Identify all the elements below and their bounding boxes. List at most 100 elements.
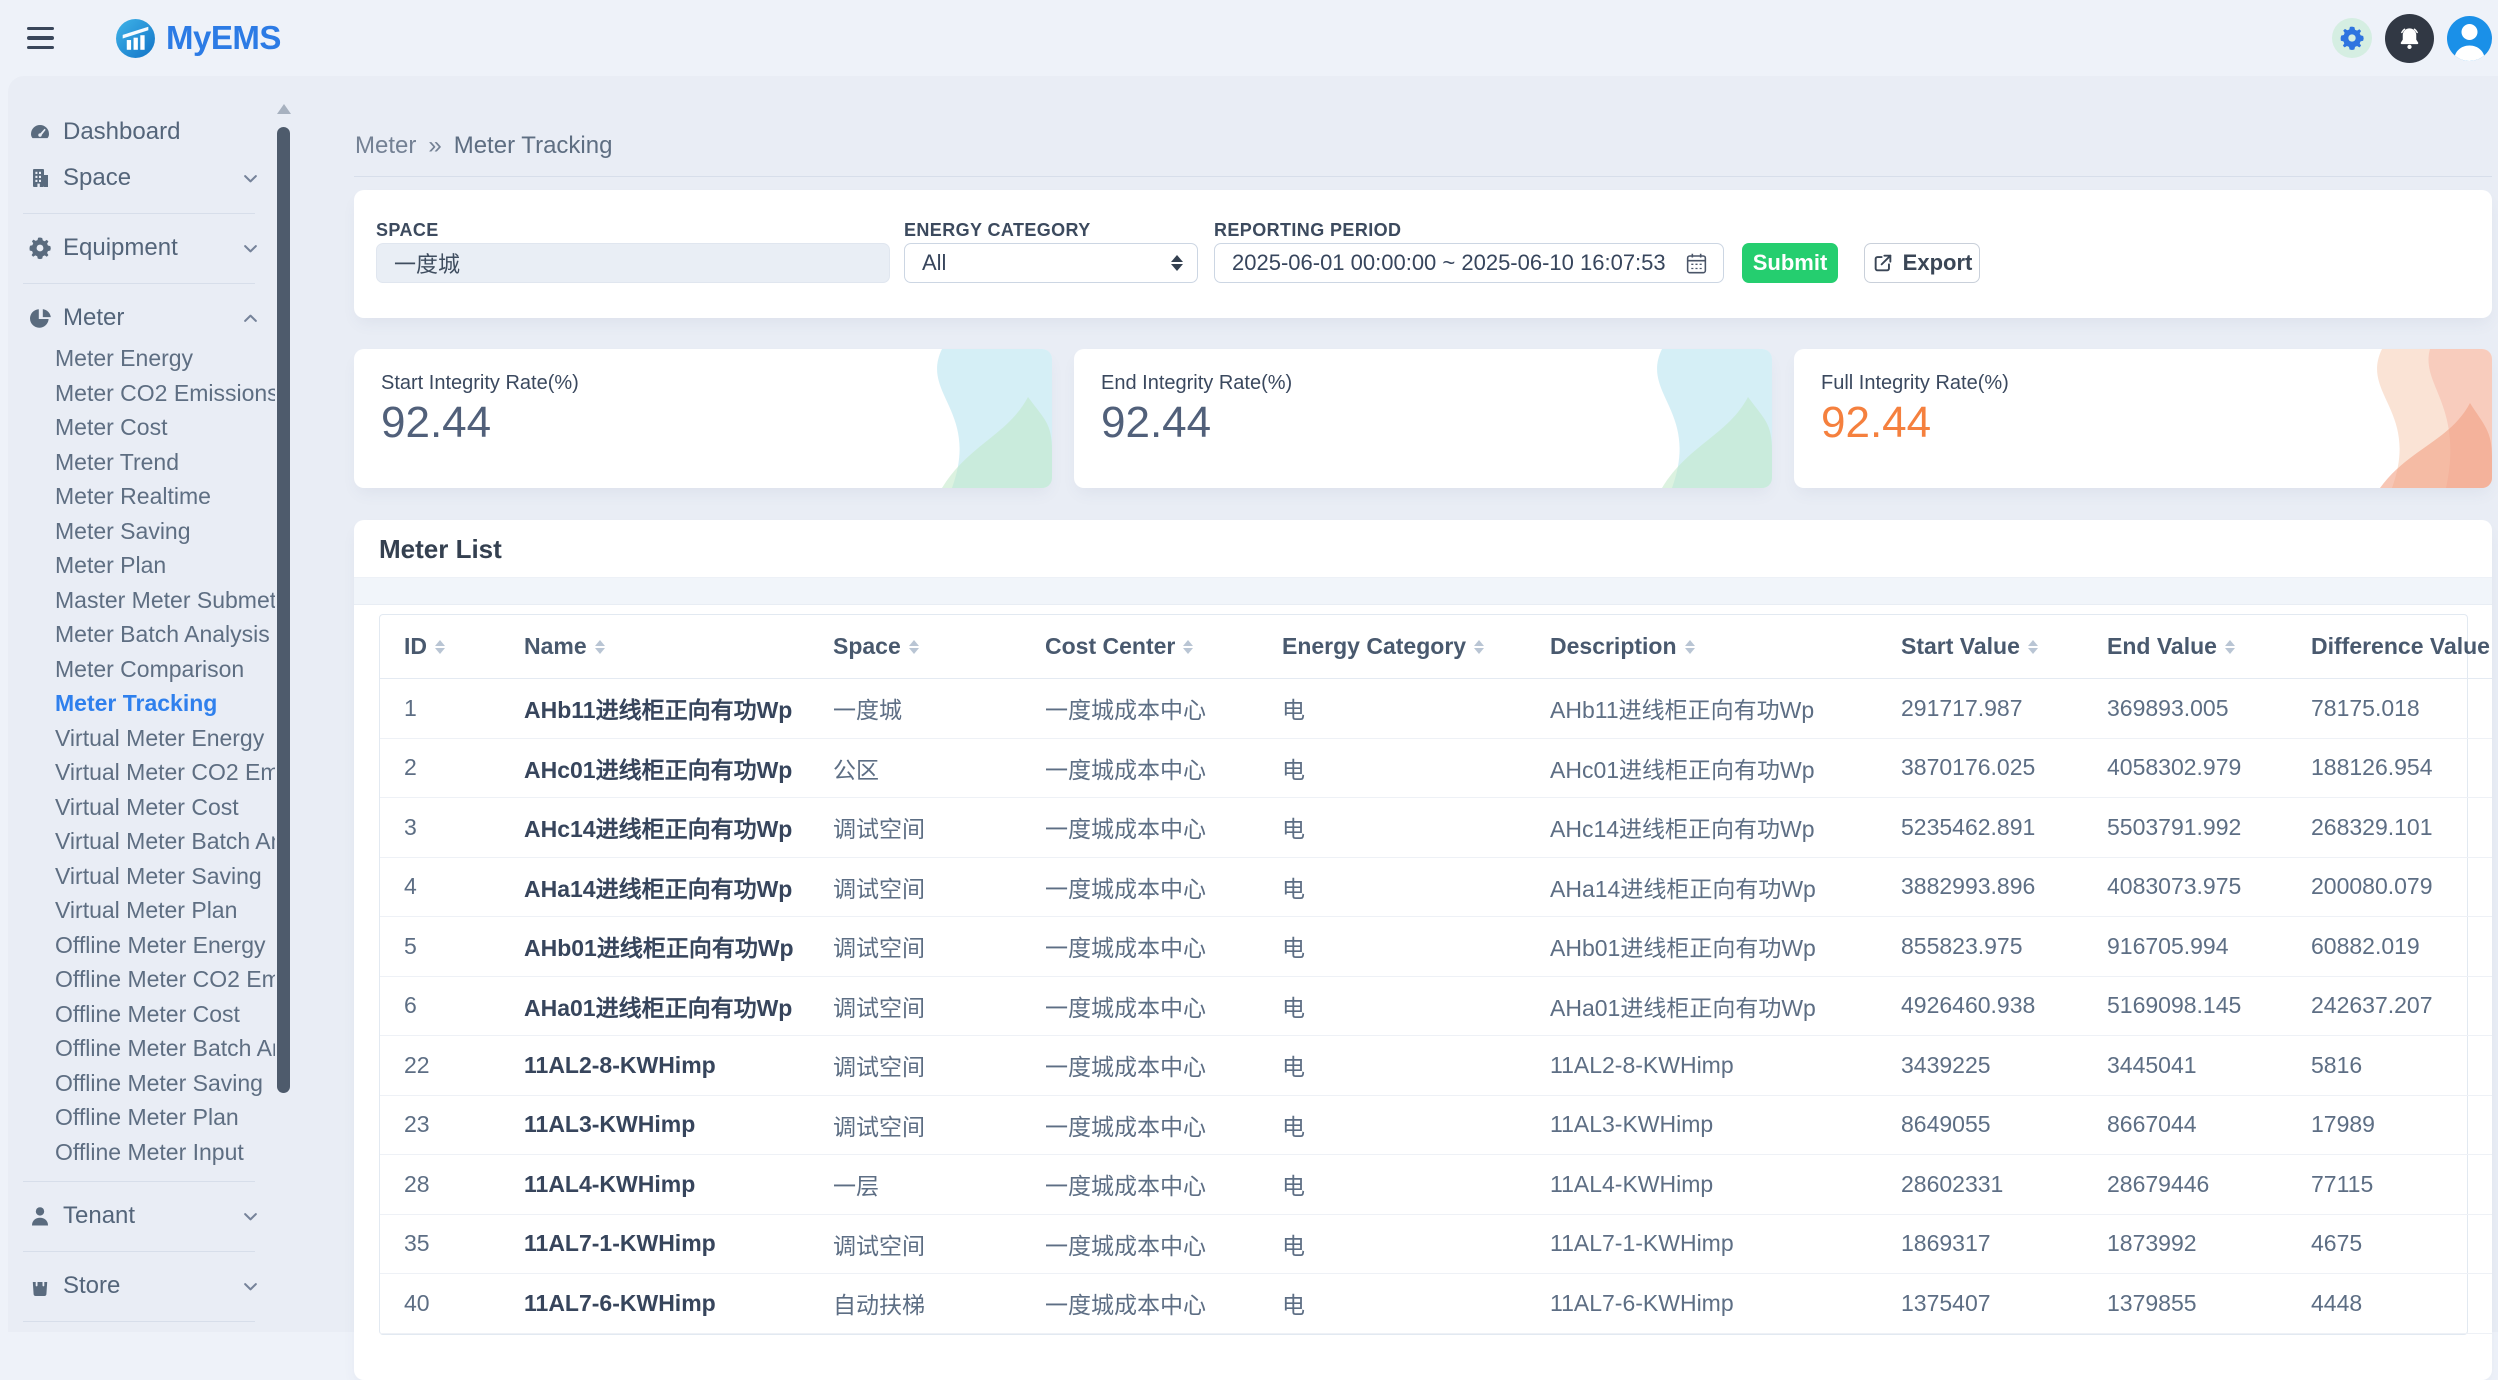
- sidebar-subitem-virtual-meter-saving[interactable]: Virtual Meter Saving: [55, 859, 275, 894]
- sidebar-item-store[interactable]: Store: [8, 1263, 275, 1309]
- export-button[interactable]: Export: [1864, 243, 1980, 283]
- sidebar-subitem-offline-meter-co2-emissions[interactable]: Offline Meter CO2 Emissions: [55, 962, 275, 997]
- cell-end-value: 916705.994: [2083, 917, 2287, 977]
- cell-difference-value: 17989: [2287, 1095, 2492, 1155]
- sidebar-item-equipment[interactable]: Equipment: [8, 225, 275, 271]
- sidebar-item-meter[interactable]: Meter: [8, 295, 275, 341]
- sidebar-subitem-meter-energy[interactable]: Meter Energy: [55, 341, 275, 376]
- column-header-space[interactable]: Space: [809, 615, 1021, 679]
- cell-name: AHc01进线柜正向有功Wp: [500, 738, 809, 798]
- table-row: 1AHb11进线柜正向有功Wp一度城一度城成本中心电AHb11进线柜正向有功Wp…: [380, 679, 2492, 739]
- user-avatar-button[interactable]: [2447, 16, 2492, 61]
- column-header-name[interactable]: Name: [500, 615, 809, 679]
- chevron-down-icon: [241, 1277, 260, 1296]
- sidebar-subitem-meter-saving[interactable]: Meter Saving: [55, 514, 275, 549]
- sidebar-subitem-offline-meter-saving[interactable]: Offline Meter Saving: [55, 1066, 275, 1101]
- space-label: SPACE: [376, 220, 890, 241]
- cell-difference-value: 200080.079: [2287, 857, 2492, 917]
- table-row: 6AHa01进线柜正向有功Wp调试空间一度城成本中心电AHa01进线柜正向有功W…: [380, 976, 2492, 1036]
- person-icon: [27, 1203, 53, 1229]
- sidebar-subitem-meter-cost[interactable]: Meter Cost: [55, 410, 275, 445]
- cell-name: AHa14进线柜正向有功Wp: [500, 857, 809, 917]
- sidebar-item-label: Meter: [63, 304, 124, 332]
- gear-icon: [2339, 25, 2365, 51]
- column-header-end-value[interactable]: End Value: [2083, 615, 2287, 679]
- column-header-label: Name: [524, 633, 587, 660]
- cell-energy-category: 电: [1258, 976, 1526, 1036]
- column-header-difference-value[interactable]: Difference Value: [2287, 615, 2492, 679]
- scroll-up-arrow-icon[interactable]: [277, 104, 291, 114]
- reporting-period-label: REPORTING PERIOD: [1214, 220, 1724, 241]
- breadcrumb-divider: [354, 176, 2492, 177]
- sidebar-subitem-meter-realtime[interactable]: Meter Realtime: [55, 479, 275, 514]
- energy-category-value: All: [922, 250, 1163, 276]
- space-input[interactable]: 一度城: [376, 243, 890, 283]
- stat-card-label: Start Integrity Rate(%): [381, 371, 1052, 395]
- table-row: 3511AL7-1-KWHimp调试空间一度城成本中心电11AL7-1-KWHi…: [380, 1214, 2492, 1274]
- cell-name: AHc14进线柜正向有功Wp: [500, 798, 809, 858]
- cell-start-value: 3870176.025: [1877, 738, 2083, 798]
- sidebar-subitem-virtual-meter-cost[interactable]: Virtual Meter Cost: [55, 790, 275, 825]
- sort-icon: [435, 640, 445, 654]
- reporting-period-input[interactable]: 2025-06-01 00:00:00 ~ 2025-06-10 16:07:5…: [1214, 243, 1724, 283]
- cell-energy-category: 电: [1258, 1214, 1526, 1274]
- sidebar-subitem-virtual-meter-energy[interactable]: Virtual Meter Energy: [55, 721, 275, 756]
- hamburger-menu-button[interactable]: [27, 18, 73, 58]
- sidebar-divider: [8, 1309, 275, 1333]
- stat-card: End Integrity Rate(%) 92.44: [1074, 349, 1772, 488]
- app-body: Dashboard Space Equipment Meter Meter En…: [8, 76, 2498, 1332]
- energy-category-label: ENERGY CATEGORY: [904, 220, 1198, 241]
- export-button-label: Export: [1903, 250, 1973, 276]
- column-header-label: End Value: [2107, 633, 2217, 660]
- export-icon: [1872, 252, 1894, 274]
- breadcrumb-parent[interactable]: Meter: [355, 132, 416, 160]
- sidebar-subitem-meter-trend[interactable]: Meter Trend: [55, 445, 275, 480]
- cell-energy-category: 电: [1258, 1274, 1526, 1334]
- sidebar-subitem-meter-batch-analysis[interactable]: Meter Batch Analysis: [55, 617, 275, 652]
- filter-panel: SPACE 一度城 ENERGY CATEGORY All REPORTING …: [354, 190, 2492, 318]
- cell-start-value: 855823.975: [1877, 917, 2083, 977]
- myems-logo[interactable]: MyEMS: [115, 18, 281, 59]
- cell-name: 11AL7-1-KWHimp: [500, 1214, 809, 1274]
- sidebar-item-tenant[interactable]: Tenant: [8, 1193, 275, 1239]
- sidebar-subitem-virtual-meter-batch-analysis[interactable]: Virtual Meter Batch Analysis: [55, 824, 275, 859]
- column-header-cost-center[interactable]: Cost Center: [1021, 615, 1258, 679]
- notifications-bell-button[interactable]: [2385, 14, 2434, 63]
- column-header-label: Cost Center: [1045, 633, 1175, 660]
- sidebar-subitem-meter-tracking[interactable]: Meter Tracking: [55, 686, 275, 721]
- sidebar-subitem-offline-meter-batch-analysis[interactable]: Offline Meter Batch Analysis: [55, 1031, 275, 1066]
- column-header-id[interactable]: ID: [380, 615, 500, 679]
- cell-difference-value: 4675: [2287, 1214, 2492, 1274]
- sidebar-subitem-virtual-meter-co2-emissions[interactable]: Virtual Meter CO2 Emissions: [55, 755, 275, 790]
- sidebar-subitem-virtual-meter-plan[interactable]: Virtual Meter Plan: [55, 893, 275, 928]
- breadcrumb-separator: »: [428, 132, 441, 160]
- column-header-description[interactable]: Description: [1526, 615, 1877, 679]
- settings-gear-button[interactable]: [2332, 18, 2372, 58]
- table-row: 4AHa14进线柜正向有功Wp调试空间一度城成本中心电AHa14进线柜正向有功W…: [380, 857, 2492, 917]
- sidebar-subitem-offline-meter-energy[interactable]: Offline Meter Energy: [55, 928, 275, 963]
- sidebar-subitem-master-meter-submeters-balance[interactable]: Master Meter Submeters Balance: [55, 583, 275, 618]
- sidebar-subitem-meter-comparison[interactable]: Meter Comparison: [55, 652, 275, 687]
- sidebar-item-space[interactable]: Space: [8, 155, 275, 201]
- sidebar-scrollbar[interactable]: [277, 127, 290, 1093]
- logo-text: MyEMS: [166, 19, 281, 57]
- chevron-down-icon: [241, 169, 260, 188]
- sidebar-subitem-meter-co2-emissions[interactable]: Meter CO2 Emissions: [55, 376, 275, 411]
- cell-cost-center: 一度城成本中心: [1021, 917, 1258, 977]
- sidebar-subitem-offline-meter-cost[interactable]: Offline Meter Cost: [55, 997, 275, 1032]
- cell-energy-category: 电: [1258, 1036, 1526, 1096]
- sidebar-subitem-offline-meter-plan[interactable]: Offline Meter Plan: [55, 1100, 275, 1135]
- cell-cost-center: 一度城成本中心: [1021, 1036, 1258, 1096]
- column-header-energy-category[interactable]: Energy Category: [1258, 615, 1526, 679]
- sidebar-subitem-offline-meter-input[interactable]: Offline Meter Input: [55, 1135, 275, 1170]
- column-header-label: Description: [1550, 633, 1677, 660]
- submit-button[interactable]: Submit: [1742, 243, 1838, 283]
- column-header-start-value[interactable]: Start Value: [1877, 615, 2083, 679]
- cell-end-value: 369893.005: [2083, 679, 2287, 739]
- cell-difference-value: 188126.954: [2287, 738, 2492, 798]
- sidebar-item-dashboard[interactable]: Dashboard: [8, 109, 275, 155]
- energy-category-select[interactable]: All: [904, 243, 1198, 283]
- sidebar-subitem-meter-plan[interactable]: Meter Plan: [55, 548, 275, 583]
- cell-energy-category: 电: [1258, 798, 1526, 858]
- cell-start-value: 1869317: [1877, 1214, 2083, 1274]
